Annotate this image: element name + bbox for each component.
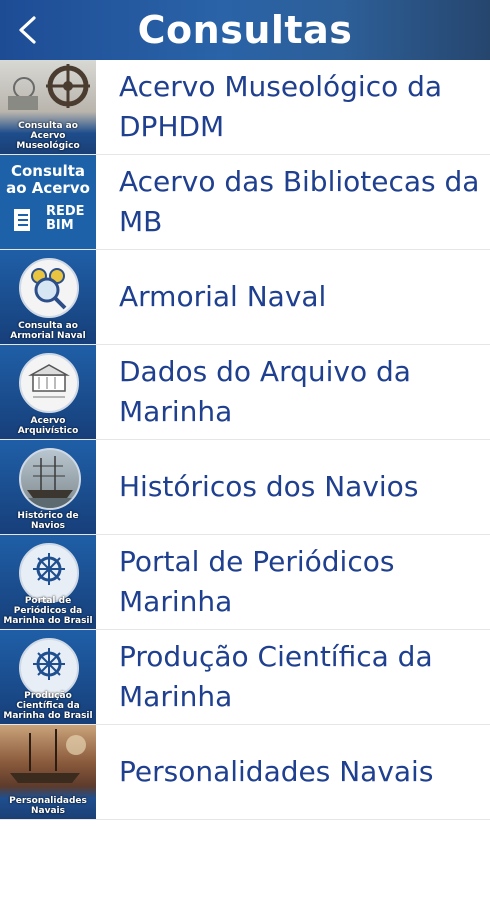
periodicals-thumbnail: Portal de Periódicos da Marinha do Brasi…	[0, 535, 96, 629]
battle-painting-icon	[10, 729, 86, 783]
list-item-label: Personalidades Navais	[119, 755, 434, 788]
app-header: Consultas	[0, 0, 490, 60]
book-icon	[14, 209, 30, 231]
list-item-label: Dados do Arquivo da Marinha	[119, 355, 411, 428]
list-item-label: Armorial Naval	[119, 280, 327, 313]
ship-wheel-icon	[8, 64, 90, 110]
page-title: Consultas	[137, 8, 353, 52]
list-item-label: Acervo Museológico da DPHDM	[119, 70, 443, 143]
list-item-periodicos[interactable]: Portal de Periódicos da Marinha do Brasi…	[0, 535, 490, 630]
list-item-producao[interactable]: Produção Científica da Marinha do Brasil…	[0, 630, 490, 725]
ship-thumbnail: Histórico de Navios	[0, 440, 96, 534]
list-item-personalidades[interactable]: Personalidades Navais Personalidades Nav…	[0, 725, 490, 820]
list-item-label: Produção Científica da Marinha	[119, 640, 433, 713]
library-thumbnail: Consulta ao Acervo REDE BIM	[0, 155, 96, 249]
armorial-thumbnail: Consulta ao Armorial Naval	[0, 250, 96, 344]
list-item-bibliotecas[interactable]: Consulta ao Acervo REDE BIM Acervo das B…	[0, 155, 490, 250]
consultas-list: Consulta ao Acervo Museológico Acervo Mu…	[0, 60, 490, 820]
list-item-arquivo[interactable]: Acervo Arquivístico Dados do Arquivo da …	[0, 345, 490, 440]
scientific-thumbnail: Produção Científica da Marinha do Brasil	[0, 630, 96, 724]
list-item-armorial[interactable]: Consulta ao Armorial Naval Armorial Nava…	[0, 250, 490, 345]
list-item-label: Portal de Periódicos Marinha	[119, 545, 395, 618]
archive-thumbnail: Acervo Arquivístico	[0, 345, 96, 439]
museum-thumbnail: Consulta ao Acervo Museológico	[0, 60, 96, 154]
sailing-ship-icon	[21, 456, 79, 508]
list-item-historicos[interactable]: Histórico de Navios Históricos dos Navio…	[0, 440, 490, 535]
list-item-acervo-museologico[interactable]: Consulta ao Acervo Museológico Acervo Mu…	[0, 60, 490, 155]
list-item-label: Históricos dos Navios	[119, 470, 419, 503]
list-item-label: Acervo das Bibliotecas da MB	[119, 165, 480, 238]
helm-icon	[33, 553, 65, 585]
personalities-thumbnail: Personalidades Navais	[0, 725, 96, 819]
helm-icon	[33, 648, 65, 680]
building-icon	[28, 364, 70, 398]
magnifier-icon	[31, 268, 67, 310]
